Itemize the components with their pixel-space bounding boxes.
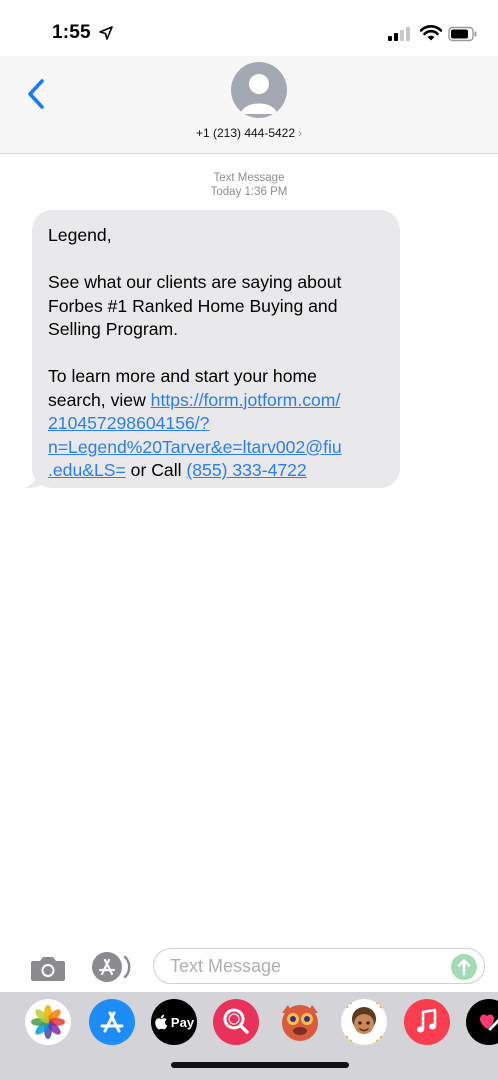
wifi-icon [420,25,442,41]
message-line-with-link: search, view https://form.jotform.com/ [48,389,386,413]
apple-pay-app-icon[interactable]: Pay [151,999,197,1045]
contact-avatar[interactable] [231,62,287,118]
chevron-right-icon: › [298,126,303,140]
message-text: or Call [125,460,187,480]
imessage-app-drawer: Pay [0,992,498,1080]
message-line-with-link: 210457298604156/? [48,412,386,436]
incoming-message-bubble[interactable]: Legend, See what our clients are saying … [32,210,400,488]
photos-app-icon[interactable] [25,999,71,1045]
message-text: search, view [48,389,151,410]
location-arrow-icon [99,26,113,40]
message-meta: Text Message Today 1:36 PM [0,171,498,199]
apple-logo-icon [155,1014,168,1030]
message-line: To learn more and start your home [48,366,317,386]
status-time: 1:55 [52,22,91,43]
home-indicator[interactable] [171,1062,349,1068]
camera-icon[interactable] [30,954,66,982]
person-silhouette-icon [241,74,277,114]
compose-bar [0,944,498,992]
app-store-app-icon[interactable] [89,999,135,1045]
message-input[interactable] [153,948,485,984]
chevron-left-icon[interactable] [26,78,48,110]
images-search-app-icon[interactable] [213,999,259,1045]
cellular-signal-icon [388,27,410,41]
message-line-with-link: .edu&LS= or Call (855) 333-4722 [48,459,386,483]
jotform-link[interactable]: https://form.jotform.com/ [151,390,341,410]
message-line: See what our clients are saying about [48,272,342,292]
jotform-link-cont[interactable]: 210457298604156/? [48,413,209,433]
send-button[interactable] [451,954,477,980]
battery-icon [448,26,477,42]
phone-link[interactable]: (855) 333-4722 [186,460,306,480]
message-body: Legend, See what our clients are saying … [48,224,386,483]
digital-touch-app-icon[interactable] [466,999,498,1045]
message-line: Forbes #1 Ranked Home Buying and [48,295,338,316]
conversation-header: +1 (213) 444-5422 › [0,56,498,154]
jotform-link-cont[interactable]: .edu&LS= [48,460,126,480]
message-type-label: Text Message [213,172,285,184]
memoji-app-icon[interactable] [341,999,387,1045]
app-store-icon[interactable] [90,950,136,984]
message-line: Selling Program. [48,319,179,339]
send-arrow-up-icon [457,959,471,976]
message-greeting: Legend, [48,225,112,245]
jotform-link-cont[interactable]: n=Legend%20Tarver&e=ltarv002@fiu [48,437,342,457]
animoji-app-icon[interactable] [277,999,323,1045]
message-line-with-link: n=Legend%20Tarver&e=ltarv002@fiu [48,436,386,460]
message-timestamp: Today 1:36 PM [210,186,288,198]
contact-number: +1 (213) 444-5422 [195,126,296,140]
apple-pay-label: Pay [170,1014,195,1030]
messages-screen: 1:55 +1 (213) 444-5422 › Text Message To… [0,0,498,1080]
music-app-icon[interactable] [404,999,450,1045]
contact-info[interactable]: +1 (213) 444-5422 › [0,126,498,140]
